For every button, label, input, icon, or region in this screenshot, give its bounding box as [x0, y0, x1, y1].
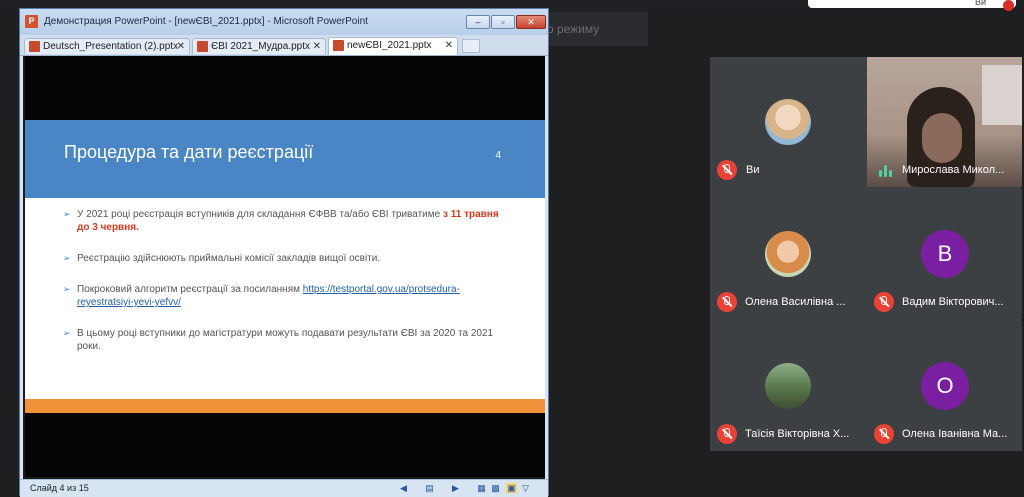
mic-off-icon: [874, 292, 894, 312]
bullet-text: Покроковий алгоритм реєстрації за посила…: [77, 284, 303, 295]
pptx-file-icon: [29, 41, 40, 52]
pptx-file-icon: [197, 41, 208, 52]
participant-name: Таїсія Вікторівна Х...: [745, 428, 850, 440]
participant-tile-taisiia[interactable]: Таїсія Вікторівна Х...: [710, 321, 865, 451]
avatar-initial: О: [921, 362, 969, 410]
reading-view-icon[interactable]: ▣: [506, 483, 517, 493]
avatar-initial: В: [921, 230, 969, 278]
tab-label: Deutsch_Presentation (2).pptx: [43, 41, 179, 52]
slide-number: 4: [495, 150, 501, 161]
tab-label: newЄВІ_2021.pptx: [347, 40, 432, 51]
tab-yevi-mudra[interactable]: ЄВІ 2021_Мудра.pptx ✕: [192, 38, 326, 54]
participant-tile-vadym[interactable]: В Вадим Вікторович...: [867, 189, 1022, 319]
avatar: [765, 231, 811, 277]
previous-slide-icon[interactable]: ◀: [398, 483, 409, 493]
slide-top-band: [25, 56, 545, 120]
bullet-admission-committees: Реєстрацію здійснюють приймальні комісії…: [63, 252, 503, 265]
slide-title: Процедура та дати реєстрації: [64, 142, 314, 162]
document-tabs: Deutsch_Presentation (2).pptx ✕ ЄВІ 2021…: [20, 35, 548, 56]
participant-name: Олена Василівна ...: [745, 296, 846, 308]
slide-sorter-icon[interactable]: ▩: [490, 483, 501, 493]
participant-name: Олена Іванівна Ма...: [902, 428, 1008, 440]
slide[interactable]: Процедура та дати реєстрації 4 У 2021 ро…: [25, 56, 545, 477]
participant-name: Мирослава Микол...: [902, 164, 1005, 176]
minimize-button[interactable]: –: [466, 15, 490, 29]
slide-counter: Слайд 4 из 15: [30, 483, 89, 493]
mic-off-icon: [874, 424, 894, 444]
status-bar: Слайд 4 из 15 ◀ ▤ ▶ ▦ ▩ ▣ ▽: [20, 479, 548, 497]
participant-tile-olena-ivanivna[interactable]: О Олена Іванівна Ма...: [867, 321, 1022, 451]
close-window-button[interactable]: ✕: [516, 15, 546, 29]
close-tab-icon[interactable]: ✕: [313, 39, 321, 54]
next-slide-icon[interactable]: ▶: [450, 483, 461, 493]
toast-text: Ви: [974, 0, 986, 7]
normal-view-icon[interactable]: ▦: [476, 483, 487, 493]
avatar: [765, 99, 811, 145]
bullet-algorithm-link: Покроковий алгоритм реєстрації за посила…: [63, 283, 503, 309]
menu-icon[interactable]: ▤: [424, 483, 435, 493]
tab-label: ЄВІ 2021_Мудра.pptx: [211, 41, 310, 52]
mic-off-icon: [717, 160, 737, 180]
tab-deutsch-presentation[interactable]: Deutsch_Presentation (2).pptx ✕: [24, 38, 190, 54]
bullet-text: Реєстрацію здійснюють приймальні комісії…: [77, 253, 381, 264]
slide-title-banner: Процедура та дати реєстрації 4: [25, 120, 545, 198]
avatar: [765, 363, 811, 409]
participant-face: [922, 113, 962, 163]
bullet-masters-results: В цьому році вступники до магістратури м…: [63, 327, 503, 353]
slide-orange-band: [25, 399, 545, 413]
tab-new-yevi-2021[interactable]: newЄВІ_2021.pptx ✕: [328, 37, 458, 55]
slide-bottom-band: [25, 413, 545, 477]
new-tab-button[interactable]: [462, 39, 480, 53]
bullet-registration-dates: У 2021 році реєстрація вступників для ск…: [63, 208, 503, 234]
participant-tile-olena-vasylivna[interactable]: Олена Василівна ...: [710, 189, 865, 319]
top-notification: Ви: [808, 0, 1016, 11]
slide-bullets: У 2021 році реєстрація вступників для ск…: [63, 208, 503, 371]
participant-tile-you[interactable]: Ви: [710, 57, 865, 187]
mic-off-icon: [717, 424, 737, 444]
pptx-file-icon: [333, 40, 344, 51]
window-title: Демонстрация PowerPoint - [newЄВІ_2021.p…: [44, 16, 368, 27]
speaking-indicator-icon: [879, 165, 893, 177]
powerpoint-window: P Демонстрация PowerPoint - [newЄВІ_2021…: [19, 8, 549, 497]
maximize-button[interactable]: ▫: [491, 15, 515, 29]
close-tab-icon[interactable]: ✕: [177, 39, 185, 54]
close-icon[interactable]: [1003, 0, 1014, 11]
background-window: [982, 65, 1022, 125]
bullet-text: У 2021 році реєстрація вступників для ск…: [77, 209, 443, 220]
participant-name: Вадим Вікторович...: [902, 296, 1004, 308]
bullet-text: В цьому році вступники до магістратури м…: [77, 328, 494, 352]
slideshow-icon[interactable]: ▽: [520, 483, 531, 493]
participant-tile-video[interactable]: Мирослава Микол...: [867, 57, 1022, 187]
powerpoint-logo-icon: P: [25, 15, 38, 28]
mic-off-icon: [717, 292, 737, 312]
close-tab-icon[interactable]: ✕: [445, 38, 453, 53]
participant-name: Ви: [746, 164, 760, 176]
slide-viewport: Процедура та дати реєстрації 4 У 2021 ро…: [23, 56, 545, 479]
window-titlebar[interactable]: P Демонстрация PowerPoint - [newЄВІ_2021…: [20, 9, 548, 35]
